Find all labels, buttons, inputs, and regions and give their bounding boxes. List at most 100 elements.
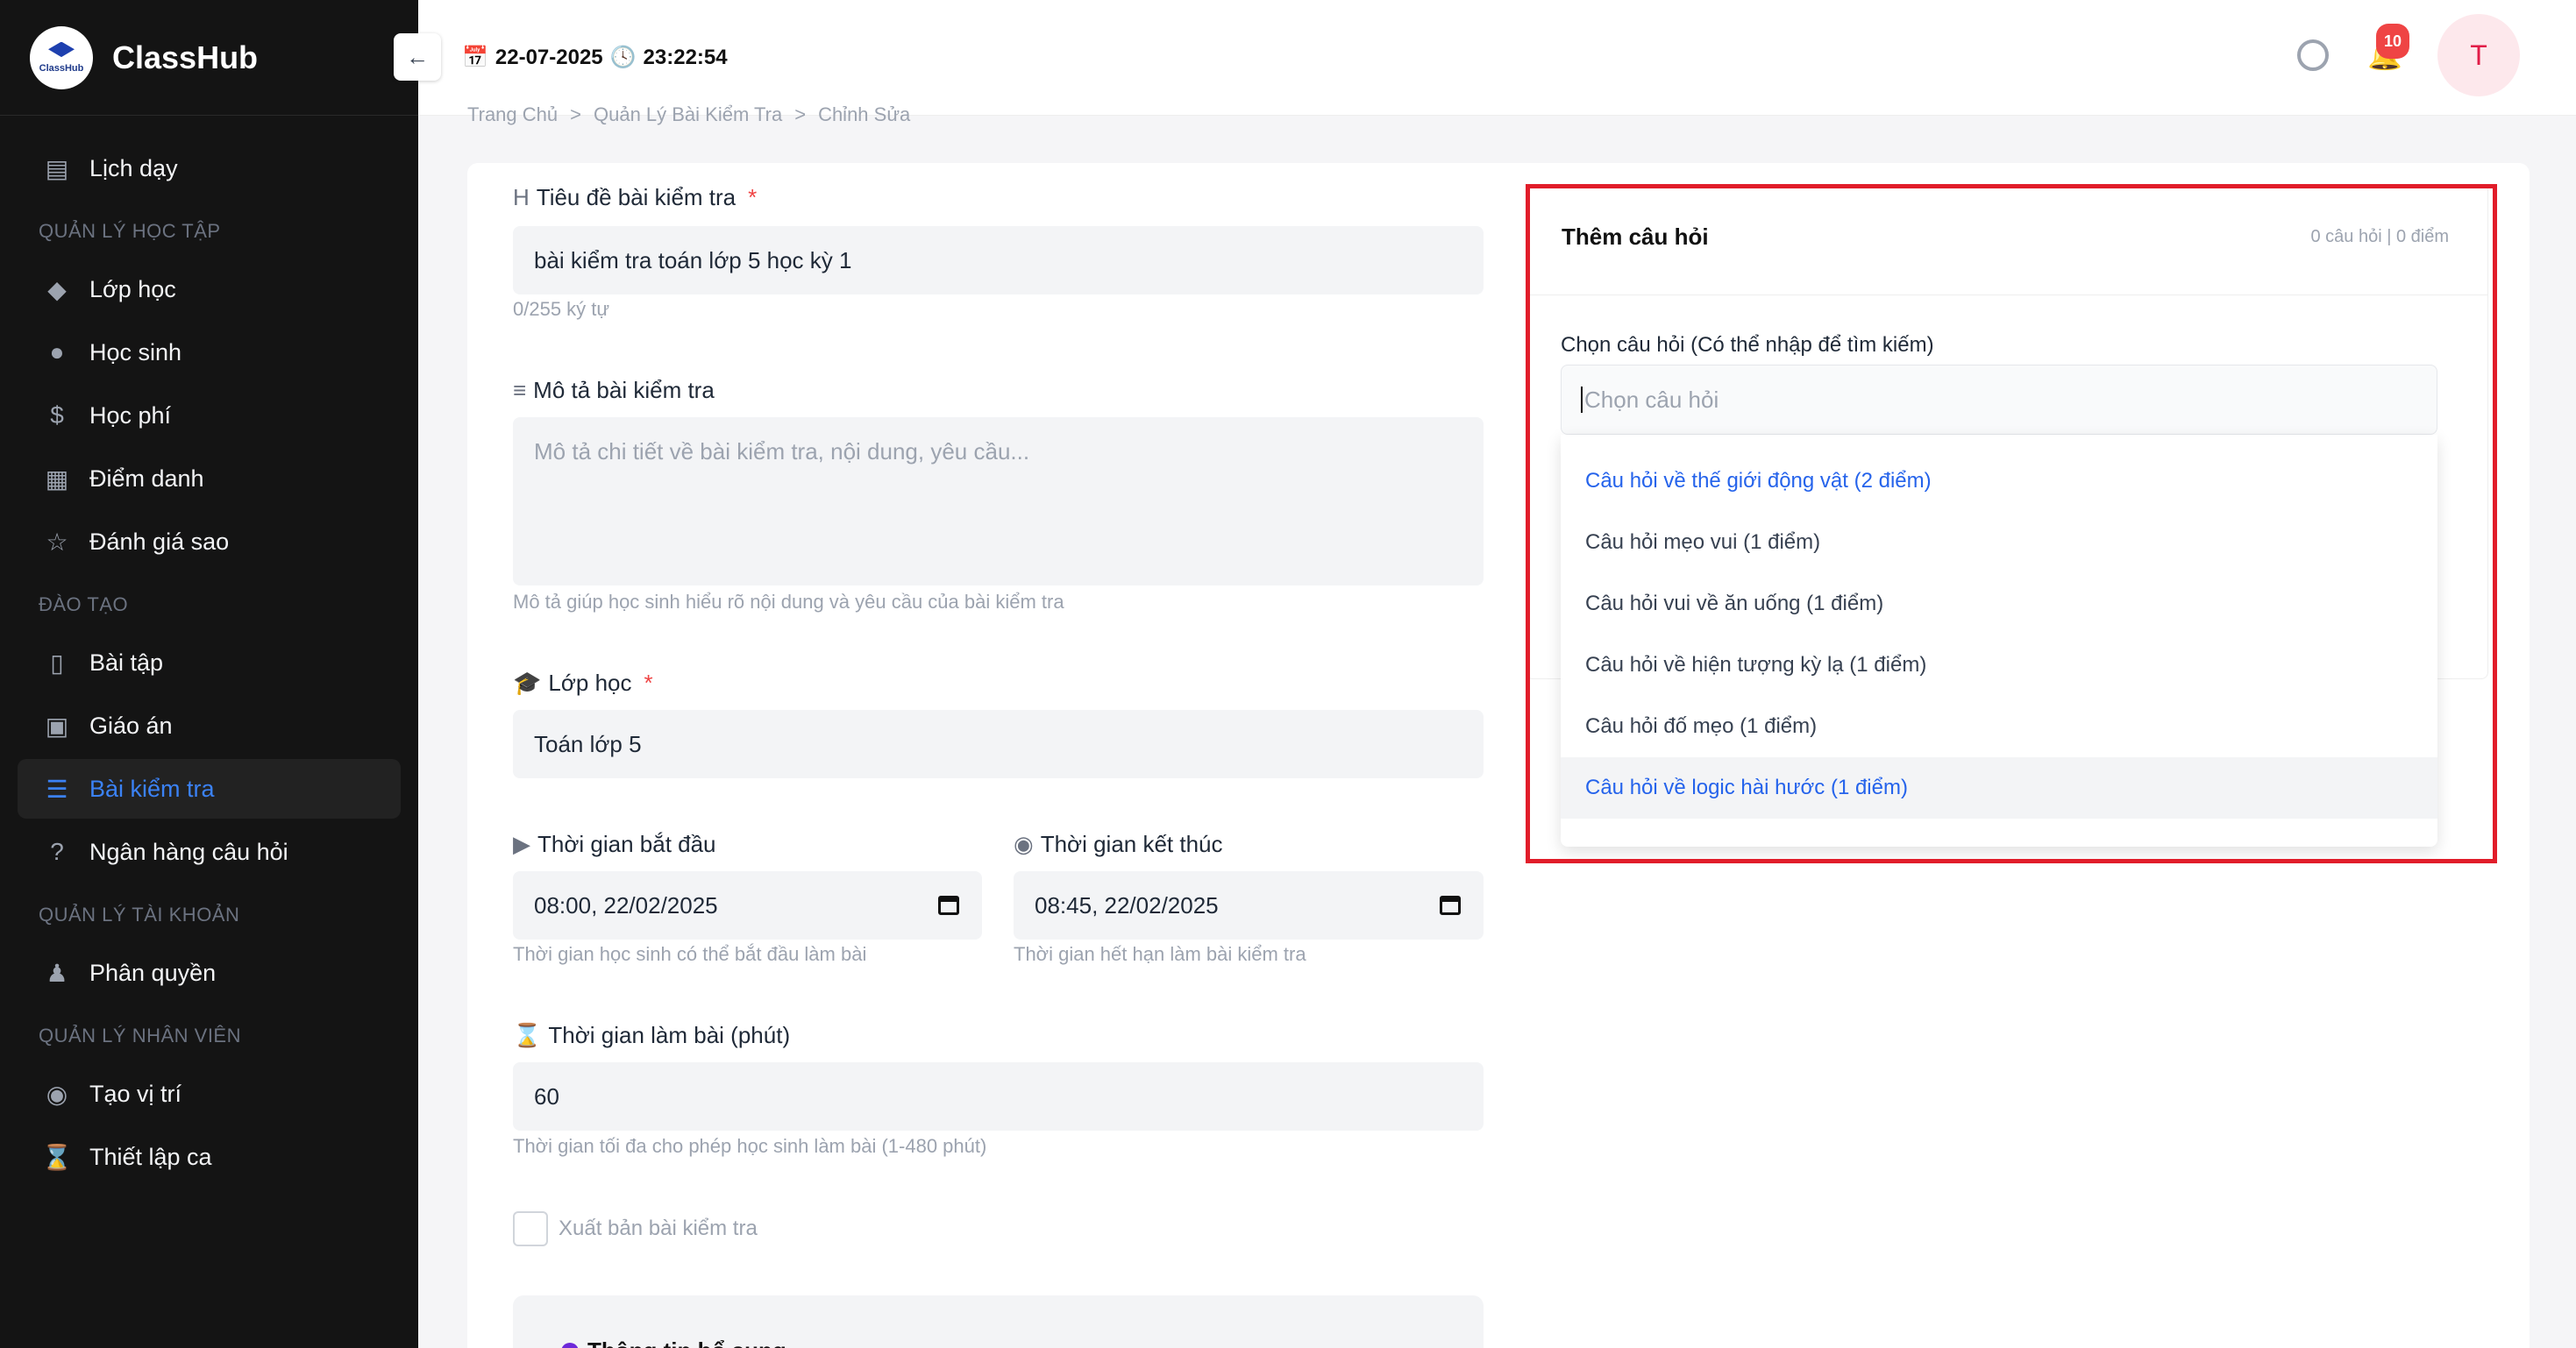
sidebar-item-tao-vi-tri[interactable]: ◉ Tạo vị trí bbox=[18, 1064, 401, 1124]
logo-text: ClassHub bbox=[39, 62, 84, 74]
layers-icon: ◆ bbox=[47, 275, 67, 303]
sidebar-item-label: Điểm danh bbox=[89, 465, 204, 492]
hourglass-icon: ⌛ bbox=[41, 1143, 73, 1171]
header-datetime: 📅 22-07-2025 🕓 23:22:54 bbox=[462, 45, 728, 70]
user-lock-icon: ♟ bbox=[46, 959, 68, 987]
question-option[interactable]: Câu hỏi mẹo vui (1 điểm) bbox=[1561, 512, 2437, 573]
start-time-input[interactable]: 08:00, 22/02/2025 bbox=[513, 871, 982, 940]
question-option[interactable]: Câu hỏi về thế giới động vật (2 điểm) bbox=[1561, 451, 2437, 512]
calendar-icon: ▤ bbox=[45, 154, 69, 182]
class-select[interactable]: Toán lớp 5 bbox=[513, 710, 1484, 778]
sidebar-item-hoc-phi[interactable]: $ Học phí bbox=[18, 386, 401, 445]
end-time-label-text: Thời gian kết thúc bbox=[1040, 831, 1223, 857]
dollar-icon: $ bbox=[50, 401, 64, 429]
title-label-text: Tiêu đề bài kiểm tra bbox=[536, 184, 737, 210]
start-time-hint: Thời gian học sinh có thể bắt đầu làm bà… bbox=[513, 943, 867, 965]
duration-input[interactable]: 60 bbox=[513, 1062, 1484, 1131]
breadcrumb: Trang Chủ > Quản Lý Bài Kiểm Tra > Chỉnh… bbox=[467, 103, 910, 126]
sidebar-item-lich-day[interactable]: ▤ Lịch dạy bbox=[18, 138, 401, 198]
header-actions: 🔔 10 T bbox=[2297, 14, 2520, 96]
question-stats: 0 câu hỏi | 0 điểm bbox=[2310, 227, 2449, 246]
sidebar-item-label: Lớp học bbox=[89, 275, 176, 302]
title-char-counter: 0/255 ký tự bbox=[513, 298, 610, 320]
question-option[interactable]: Câu hỏi vui về ăn uống (1 điểm) bbox=[1561, 573, 2437, 635]
sidebar-section-title: QUẢN LÝ NHÂN VIÊN bbox=[39, 1025, 241, 1046]
end-time-hint: Thời gian hết hạn làm bài kiểm tra bbox=[1014, 943, 1306, 965]
duration-label-text: Thời gian làm bài (phút) bbox=[548, 1022, 791, 1048]
question-search-select[interactable]: Chọn câu hỏi bbox=[1561, 365, 2437, 435]
sidebar-item-label: Ngân hàng câu hỏi bbox=[89, 838, 288, 865]
graduation-cap-icon: 🎓 bbox=[513, 670, 542, 696]
sidebar-item-diem-danh[interactable]: ▦ Điểm danh bbox=[18, 449, 401, 508]
graduation-cap-icon bbox=[48, 41, 75, 58]
class-field-label: 🎓 Lớp học * bbox=[513, 670, 653, 697]
text-align-icon: ≡ bbox=[513, 377, 527, 403]
sidebar-item-lop-hoc[interactable]: ◆ Lớp học bbox=[18, 259, 401, 319]
avatar[interactable]: T bbox=[2437, 14, 2520, 96]
breadcrumb-separator: > bbox=[794, 103, 807, 125]
publish-checkbox[interactable] bbox=[513, 1211, 548, 1246]
sidebar-item-thiet-lap-ca[interactable]: ⌛ Thiết lập ca bbox=[18, 1127, 401, 1187]
sidebar-item-bai-kiem-tra[interactable]: ☰ Bài kiểm tra bbox=[18, 759, 401, 819]
class-label-text: Lớp học bbox=[548, 670, 632, 696]
search-icon[interactable] bbox=[2297, 39, 2329, 71]
question-option[interactable]: Câu hỏi về logic hài hước (1 điểm) bbox=[1561, 757, 2437, 819]
calendar-icon[interactable] bbox=[1440, 896, 1461, 915]
question-option[interactable]: Câu hỏi đố mẹo (1 điểm) bbox=[1561, 696, 2437, 757]
play-circle-icon: ▶ bbox=[513, 831, 530, 857]
question-select-placeholder: Chọn câu hỏi bbox=[1584, 386, 1719, 413]
question-select-label: Chọn câu hỏi (Có thể nhập để tìm kiếm) bbox=[1561, 333, 1934, 357]
star-icon: ☆ bbox=[46, 528, 68, 556]
sidebar-item-danh-gia-sao[interactable]: ☆ Đánh giá sao bbox=[18, 512, 401, 571]
question-panel-header: Thêm câu hỏi 0 câu hỏi | 0 điểm bbox=[1526, 185, 2487, 295]
sidebar-item-bai-tap[interactable]: ▯ Bài tập bbox=[18, 633, 401, 692]
description-label-text: Mô tả bài kiểm tra bbox=[533, 377, 715, 403]
title-input[interactable]: bài kiểm tra toán lớp 5 học kỳ 1 bbox=[513, 226, 1484, 294]
question-dropdown: Câu hỏi về thế giới động vật (2 điểm) Câ… bbox=[1561, 435, 2437, 847]
sidebar-item-phan-quyen[interactable]: ♟ Phân quyền bbox=[18, 943, 401, 1003]
collapse-sidebar-button[interactable]: ← bbox=[394, 33, 441, 81]
sidebar-item-ngan-hang-cau-hoi[interactable]: ? Ngân hàng câu hỏi bbox=[18, 822, 401, 882]
extra-info-title: Thông tin bổ sung bbox=[561, 1337, 786, 1348]
sidebar-item-label: Bài tập bbox=[89, 649, 164, 676]
required-marker: * bbox=[748, 184, 758, 210]
layout-icon: ▣ bbox=[45, 712, 69, 740]
clock-icon: 🕓 bbox=[609, 46, 637, 69]
extra-info-title-text: Thông tin bổ sung bbox=[587, 1337, 786, 1348]
calendar-icon[interactable] bbox=[938, 896, 959, 915]
sidebar-item-label: Đánh giá sao bbox=[89, 528, 230, 555]
end-time-value: 08:45, 22/02/2025 bbox=[1035, 891, 1219, 919]
description-textarea[interactable]: Mô tả chi tiết về bài kiểm tra, nội dung… bbox=[513, 417, 1484, 585]
publish-label[interactable]: Xuất bản bài kiểm tra bbox=[559, 1217, 758, 1241]
sidebar-item-label: Học sinh bbox=[89, 338, 182, 365]
sidebar-item-label: Giáo án bbox=[89, 712, 173, 739]
required-marker: * bbox=[644, 670, 653, 696]
checklist-icon: ☰ bbox=[46, 775, 68, 803]
question-option[interactable]: Câu hỏi về hiện tượng kỳ lạ (1 điểm) bbox=[1561, 635, 2437, 696]
calendar-grid-icon: ▦ bbox=[45, 465, 69, 493]
extra-info-card: Thông tin bổ sung bbox=[513, 1295, 1484, 1348]
info-icon bbox=[561, 1342, 579, 1348]
question-panel-title: Thêm câu hỏi bbox=[1562, 223, 1709, 250]
add-question-panel: Thêm câu hỏi 0 câu hỏi | 0 điểm Chọn câu… bbox=[1526, 184, 2499, 866]
end-time-input[interactable]: 08:45, 22/02/2025 bbox=[1014, 871, 1484, 940]
end-time-label: ◉ Thời gian kết thúc bbox=[1014, 831, 1223, 858]
sidebar-item-giao-an[interactable]: ▣ Giáo án bbox=[18, 696, 401, 756]
sidebar-nav: ▤ Lịch dạy QUẢN LÝ HỌC TẬP ◆ Lớp học ● H… bbox=[0, 116, 418, 1187]
breadcrumb-test-management[interactable]: Quản Lý Bài Kiểm Tra bbox=[594, 103, 782, 126]
notification-bell-icon[interactable]: 🔔 10 bbox=[2367, 24, 2410, 71]
sidebar-item-hoc-sinh[interactable]: ● Học sinh bbox=[18, 323, 401, 382]
brand-name: ClassHub bbox=[112, 39, 259, 75]
breadcrumb-separator: > bbox=[570, 103, 581, 125]
clipboard-icon: ▯ bbox=[50, 649, 64, 677]
hourglass-icon: ⌛ bbox=[513, 1022, 542, 1048]
sidebar-item-label: Phân quyền bbox=[89, 959, 217, 986]
users-icon: ● bbox=[49, 338, 65, 365]
stop-circle-icon: ◉ bbox=[1014, 831, 1034, 857]
brand[interactable]: ClassHub ClassHub bbox=[0, 0, 418, 116]
header-time: 23:22:54 bbox=[643, 45, 728, 69]
sidebar-item-label: Bài kiểm tra bbox=[89, 775, 215, 802]
title-field-label: H Tiêu đề bài kiểm tra * bbox=[513, 184, 757, 211]
sidebar-item-label: Lịch dạy bbox=[89, 154, 178, 181]
breadcrumb-home[interactable]: Trang Chủ bbox=[467, 103, 558, 126]
